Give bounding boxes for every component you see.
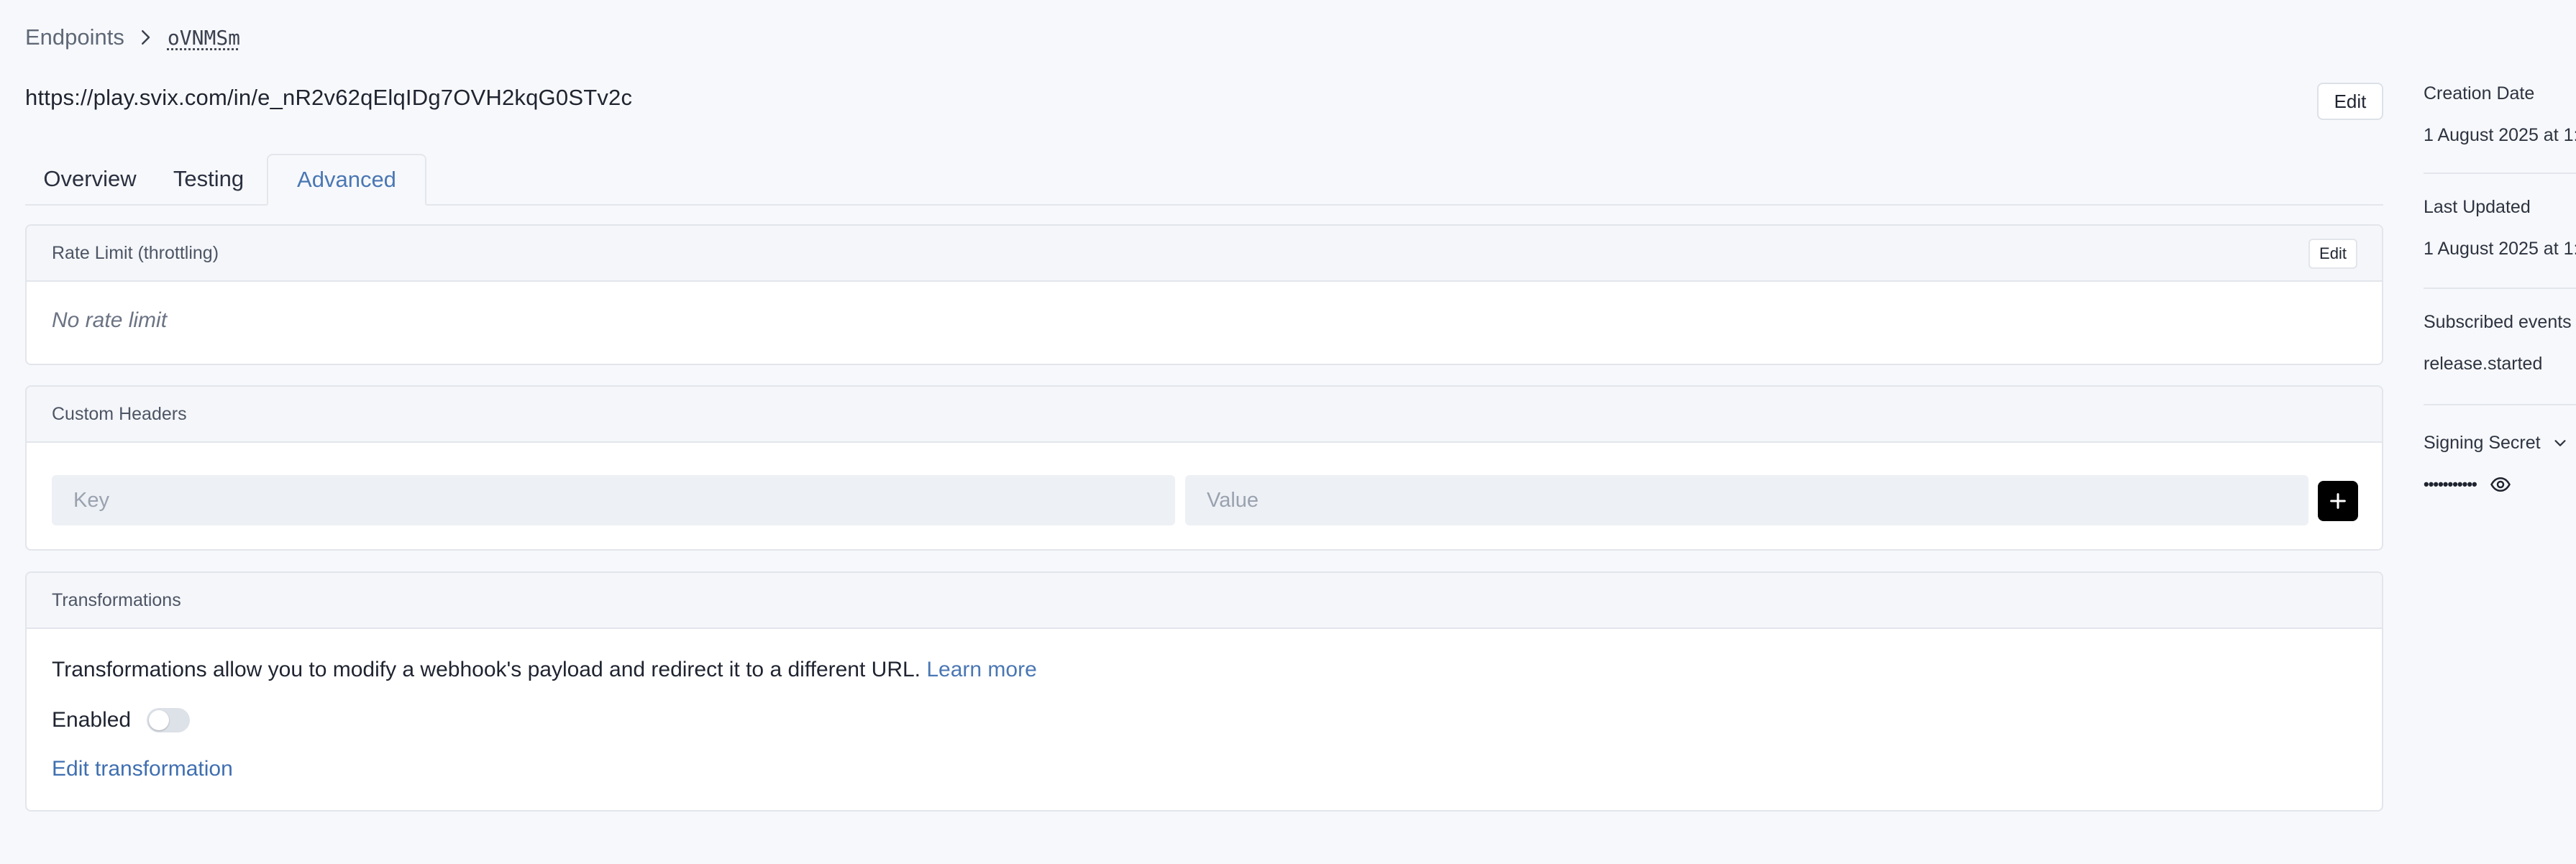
tab-bar: Overview Testing Advanced [25, 154, 2383, 206]
enabled-row: Enabled [52, 702, 191, 738]
transformations-card: Transformations Transformations allow yo… [25, 571, 2383, 812]
signing-secret-label: Signing Secret [2424, 432, 2541, 453]
endpoint-url: https://play.svix.com/in/e_nR2v62qElqIDg… [25, 85, 633, 110]
add-header-button[interactable] [2318, 481, 2358, 521]
creation-date-value: 1 August 2025 at 1: [2424, 125, 2576, 145]
sidebar-divider [2424, 288, 2576, 289]
custom-headers-title: Custom Headers [52, 403, 187, 424]
endpoint-details-sidebar: Creation Date 1 August 2025 at 1: Last U… [2424, 0, 2576, 864]
rate-limit-value: No rate limit [52, 308, 168, 332]
eye-icon[interactable] [2490, 474, 2511, 495]
enabled-label: Enabled [52, 708, 132, 732]
creation-date-label: Creation Date [2424, 83, 2535, 104]
chevron-right-icon [134, 27, 156, 48]
tab-overview[interactable]: Overview [25, 154, 155, 204]
toggle-knob [149, 710, 170, 730]
sidebar-divider [2424, 404, 2576, 405]
learn-more-link[interactable]: Learn more [926, 658, 1036, 681]
rate-limit-card: Rate Limit (throttling) Edit No rate lim… [25, 224, 2383, 365]
enabled-toggle[interactable] [147, 708, 191, 732]
signing-secret-value: ••••••••••• [2424, 475, 2477, 493]
edit-transformation-link[interactable]: Edit transformation [52, 757, 233, 781]
edit-url-button[interactable]: Edit [2317, 83, 2383, 120]
header-value-input[interactable] [1185, 475, 2308, 525]
transformations-description-text: Transformations allow you to modify a we… [52, 658, 921, 681]
custom-headers-header: Custom Headers [27, 387, 2382, 443]
breadcrumb-endpoints-link[interactable]: Endpoints [25, 24, 124, 50]
subscribed-event-item: release.started [2424, 354, 2543, 374]
transformations-description: Transformations allow you to modify a we… [52, 658, 1037, 682]
custom-headers-card: Custom Headers [25, 385, 2383, 551]
last-updated-label: Last Updated [2424, 197, 2531, 217]
chevron-down-icon [2554, 440, 2566, 446]
last-updated-value: 1 August 2025 at 1: [2424, 239, 2576, 259]
subscribed-events-label: Subscribed events [2424, 312, 2572, 332]
rate-limit-title: Rate Limit (throttling) [52, 242, 219, 263]
signing-secret-row: ••••••••••• [2424, 472, 2511, 497]
header-key-input[interactable] [52, 475, 1175, 525]
breadcrumb: Endpoints oVNMSm [25, 22, 240, 53]
breadcrumb-endpoint-id[interactable]: oVNMSm [168, 26, 240, 50]
edit-rate-limit-button[interactable]: Edit [2308, 239, 2357, 269]
plus-icon [2330, 493, 2346, 509]
tab-advanced[interactable]: Advanced [267, 154, 426, 206]
transformations-header: Transformations [27, 573, 2382, 629]
tab-testing[interactable]: Testing [155, 154, 262, 204]
transformations-title: Transformations [52, 589, 181, 610]
sidebar-divider [2424, 173, 2576, 174]
rate-limit-header: Rate Limit (throttling) Edit [27, 226, 2382, 282]
signing-secret-toggle[interactable]: Signing Secret [2424, 428, 2568, 457]
